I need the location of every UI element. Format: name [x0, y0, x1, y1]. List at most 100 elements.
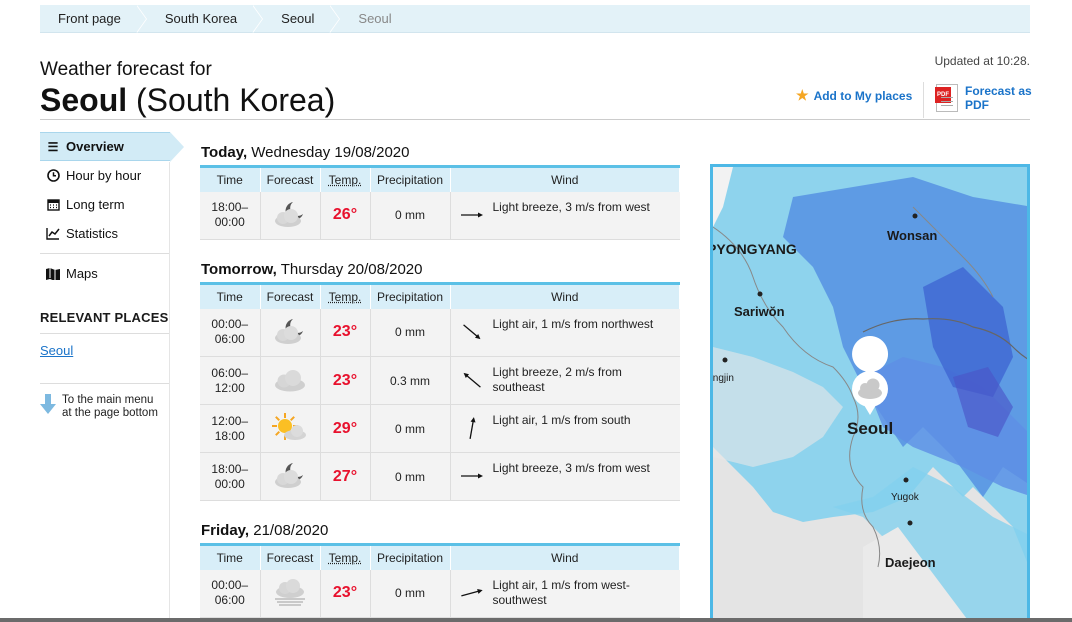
forecast-table-today: Time Forecast Temp. Precipitation Wind 1…: [200, 165, 680, 240]
forecast-row: 00:00– 06:00 23° 0 mm Light air, 1 m/s from …: [200, 569, 680, 618]
sidebar-divider: [40, 253, 170, 254]
to-main-menu-link[interactable]: To the main menu at the page bottom: [40, 383, 170, 420]
breadcrumb-country[interactable]: South Korea: [147, 4, 264, 33]
day-heading-friday: Friday, 21/08/2020: [201, 522, 329, 539]
add-to-my-places-button[interactable]: ★ Add to My places: [796, 87, 912, 104]
sidebar-item-label: Long term: [66, 197, 125, 212]
map-icon: [46, 267, 60, 280]
precipitation-map-graphic: [713, 167, 1027, 622]
temperature-cell: 29°: [320, 404, 371, 453]
col-wind: Wind: [450, 543, 680, 570]
clock-icon: [46, 169, 60, 182]
map-label-pyongyang: PYONGYANG: [710, 241, 797, 257]
weather-map[interactable]: PYONGYANG Wonsan Sariwŏn Ongjin Seoul Yu…: [710, 164, 1030, 622]
cloud-icon: [271, 370, 309, 397]
updated-time: Updated at 10:28.: [934, 54, 1030, 68]
forecast-row: 00:00– 06:00 23° 0 mm Light air, 1 m/s from …: [200, 308, 680, 357]
header-divider: [40, 119, 1030, 120]
wind-description: Light air, 1 m/s from south: [492, 413, 631, 427]
cloudy-night-icon: [271, 463, 309, 493]
wind-description: Light air, 1 m/s from west-: [492, 577, 630, 592]
relevant-place-seoul-link[interactable]: Seoul: [40, 343, 170, 358]
precipitation-cell: 0 mm: [370, 308, 451, 357]
page-title: Seoul (South Korea): [40, 82, 335, 119]
partly-sunny-icon: [271, 413, 309, 445]
col-precipitation: Precipitation: [370, 282, 451, 309]
sidebar-item-label: Overview: [66, 139, 124, 154]
wind-cell: Light air, 1 m/s from south: [450, 404, 680, 453]
forecast-cell: [260, 308, 321, 357]
sidebar: ☰ Overview Hour by hour Long term Statis…: [40, 132, 184, 358]
breadcrumb-region[interactable]: Seoul: [263, 4, 341, 33]
wind-cell: Light air, 1 m/s from northwest: [450, 308, 680, 357]
city-name: Seoul: [40, 82, 128, 118]
breadcrumb-current: Seoul: [358, 11, 392, 26]
day-heading-today: Today, Wednesday 19/08/2020: [201, 144, 410, 161]
sidebar-item-maps[interactable]: Maps: [40, 259, 170, 288]
forecast-cell: [260, 569, 321, 618]
precipitation-cell: 0 mm: [370, 569, 451, 618]
time-cell: 00:00– 06:00: [200, 308, 261, 357]
forecast-row: 18:00– 00:00 26° 0 mm Light breeze, 3 m/s fr…: [200, 191, 680, 240]
main-menu-label-2: at the page bottom: [62, 407, 158, 419]
forecast-row: 06:00– 12:00 23° 0.3 mm Light breeze, 2 m/s …: [200, 356, 680, 405]
time-cell: 06:00– 12:00: [200, 356, 261, 405]
map-label-yugok: Yugok: [891, 492, 919, 503]
time-cell: 00:00– 06:00: [200, 569, 261, 618]
cloudy-night-icon: [271, 318, 309, 349]
wind-description: Light breeze, 3 m/s from west: [492, 461, 650, 475]
forecast-pdf-button[interactable]: PDF Forecast as PDF: [935, 84, 1032, 112]
calendar-icon: [46, 198, 60, 211]
forecast-table-friday: Time Forecast Temp. Precipitation Wind 0…: [200, 543, 680, 618]
wind-direction-arrow-icon: [463, 372, 481, 388]
wind-direction-arrow-icon: [460, 473, 483, 479]
col-time: Time: [200, 282, 261, 309]
forecast-cell: [260, 404, 321, 453]
forecast-row: 12:00– 18:00 29° 0 mm Light air, 1 m/s from …: [200, 404, 680, 453]
wind-cell: Light breeze, 2 m/s from southeast: [450, 356, 680, 405]
star-icon: ★: [796, 87, 809, 103]
col-temp[interactable]: Temp.: [320, 165, 371, 192]
wind-description-line2: southwest: [492, 592, 547, 607]
sidebar-item-overview[interactable]: ☰ Overview: [40, 132, 184, 162]
forecast-cell: [260, 452, 321, 501]
precipitation-cell: 0.3 mm: [370, 356, 451, 405]
wind-cell: Light air, 1 m/s from west-southwest: [450, 569, 680, 618]
map-label-sariwon: Sariwŏn: [734, 304, 785, 319]
col-temp[interactable]: Temp.: [320, 282, 371, 309]
wind-direction-arrow-icon: [460, 588, 483, 596]
wind-description: Light breeze, 2 m/s from southeast: [492, 365, 622, 394]
wind-cell: Light breeze, 3 m/s from west: [450, 191, 680, 240]
sidebar-item-statistics[interactable]: Statistics: [40, 219, 170, 248]
forecast-table-tomorrow: Time Forecast Temp. Precipitation Wind 0…: [200, 282, 680, 501]
forecast-row: 18:00– 00:00 27° 0 mm Light breeze, 3 m/s fr…: [200, 452, 680, 501]
col-time: Time: [200, 543, 261, 570]
map-label-daejeon: Daejeon: [885, 555, 936, 570]
sidebar-item-hour-by-hour[interactable]: Hour by hour: [40, 161, 170, 190]
chart-icon: [46, 227, 60, 240]
wind-direction-arrow-icon: [468, 417, 476, 439]
col-precipitation: Precipitation: [370, 165, 451, 192]
sidebar-item-label: Maps: [66, 266, 98, 281]
pdf-label-1: Forecast as: [965, 84, 1032, 98]
col-forecast: Forecast: [260, 282, 321, 309]
precipitation-cell: 0 mm: [370, 191, 451, 240]
col-wind: Wind: [450, 165, 680, 192]
wind-direction-arrow-icon: [460, 212, 483, 217]
temperature-cell: 23°: [320, 308, 371, 357]
temperature-cell: 23°: [320, 356, 371, 405]
sidebar-item-long-term[interactable]: Long term: [40, 190, 170, 219]
add-to-my-places-label: Add to My places: [813, 88, 913, 103]
day-heading-tomorrow: Tomorrow, Thursday 20/08/2020: [201, 261, 423, 278]
wind-cell: Light breeze, 3 m/s from west: [450, 452, 680, 501]
breadcrumb-front-page[interactable]: Front page: [40, 4, 147, 33]
sidebar-item-label: Statistics: [66, 226, 119, 241]
col-temp[interactable]: Temp.: [320, 543, 371, 570]
country-name: (South Korea): [127, 82, 336, 118]
temperature-cell: 23°: [320, 569, 371, 618]
col-forecast: Forecast: [260, 543, 321, 570]
sidebar-item-label: Hour by hour: [66, 168, 142, 183]
map-label-seoul: Seoul: [847, 419, 894, 438]
fog-icon: [271, 578, 309, 610]
col-forecast: Forecast: [260, 165, 321, 192]
